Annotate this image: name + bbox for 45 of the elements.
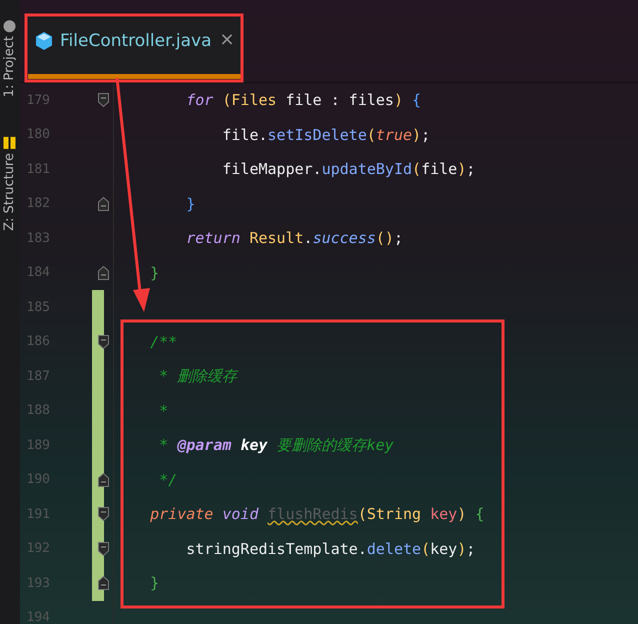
fold-end-icon[interactable]	[98, 196, 109, 211]
code-text: * 删除缓存	[158, 366, 238, 387]
code-text: */	[158, 470, 178, 490]
dot-icon	[4, 20, 16, 32]
line-number: 189	[26, 436, 51, 454]
code-text: stringRedisTemplate.delete(key);	[185, 538, 476, 560]
line-number: 193	[26, 574, 51, 592]
code-text: /**	[149, 332, 178, 352]
collapse-icon[interactable]	[98, 542, 109, 556]
collapse-icon[interactable]	[98, 507, 109, 522]
tool-window-button[interactable]: 1: Project	[0, 20, 20, 98]
line-number: 188	[26, 402, 51, 420]
code-text: }	[149, 573, 160, 594]
grid-icon	[4, 137, 16, 150]
code-text: fileMapper.updateById(file);	[221, 159, 476, 180]
line-number: 181	[26, 160, 51, 178]
line-number: 194	[26, 609, 51, 624]
line-number: 187	[26, 368, 51, 386]
code-text: * @param key 要删除的缓存key	[158, 435, 394, 456]
editor-tab[interactable]: FileController.java ×	[28, 17, 243, 79]
fold-end-icon[interactable]	[98, 266, 109, 280]
code-text: return Result.success();	[185, 228, 403, 249]
collapse-icon[interactable]	[98, 93, 109, 108]
code-text: private void flushRedis(String key) {	[149, 504, 484, 525]
cube-icon	[36, 32, 52, 50]
line-number: 182	[26, 195, 51, 213]
fold-end-icon[interactable]	[98, 472, 109, 487]
tool-window-button[interactable]: Z: Structure	[0, 137, 20, 232]
code-text: *	[158, 400, 168, 422]
line-number: 179	[26, 92, 51, 110]
line-number: 183	[26, 230, 51, 248]
close-button[interactable]: ×	[220, 29, 235, 51]
code-text: }	[149, 262, 160, 284]
line-number: 192	[26, 540, 51, 558]
code-text: }	[185, 194, 196, 214]
line-number: 190	[26, 471, 51, 489]
line-number: 184	[26, 264, 51, 282]
code-text: for (Files file : files) {	[185, 90, 422, 111]
line-number: 186	[26, 333, 51, 351]
line-number: 191	[26, 506, 51, 524]
collapse-icon[interactable]	[98, 334, 109, 349]
code-text: file.setIsDelete(true);	[221, 124, 430, 146]
line-number: 180	[26, 126, 51, 144]
line-number: 185	[26, 298, 51, 316]
fold-end-icon[interactable]	[98, 576, 109, 590]
